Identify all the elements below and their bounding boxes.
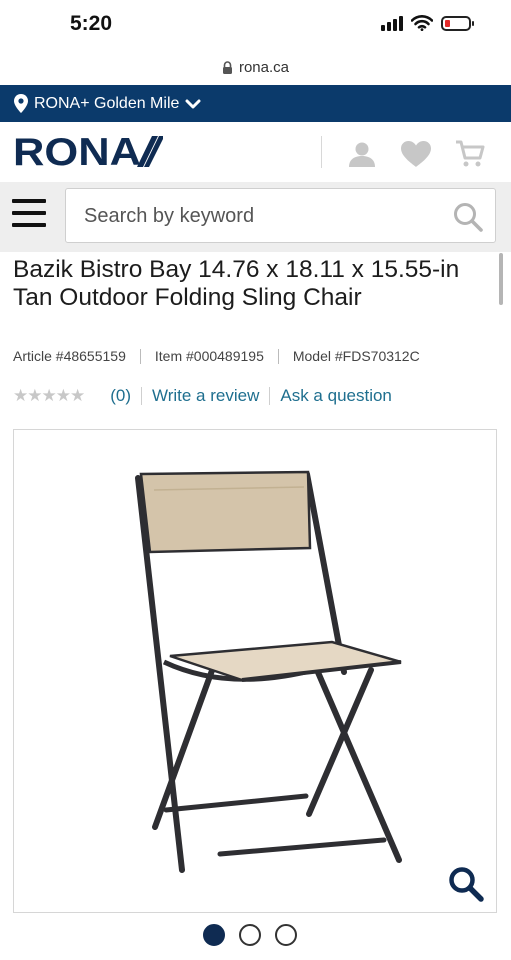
carousel-dot-1[interactable] [203, 924, 225, 946]
review-count-link[interactable]: (0) [110, 386, 131, 406]
status-bar: 5:20 [0, 0, 511, 50]
search-box [65, 188, 496, 244]
carousel-dot-3[interactable] [275, 924, 297, 946]
write-review-link[interactable]: Write a review [152, 386, 259, 406]
url-text: rona.ca [238, 58, 290, 76]
heart-icon[interactable] [400, 140, 432, 168]
product-title: Bazik Bistro Bay 14.76 x 18.11 x 15.55-i… [13, 256, 460, 311]
divider [140, 387, 142, 405]
star-rating: ★★★★★ [13, 386, 85, 405]
scrollbar-thumb[interactable] [499, 253, 503, 305]
search-icon[interactable] [453, 202, 483, 232]
signal-icon [381, 15, 403, 31]
carousel-dot-2[interactable] [239, 924, 261, 946]
system-icons [381, 15, 474, 31]
wifi-icon [411, 15, 433, 31]
rona-logo[interactable]: RONA [13, 134, 163, 168]
product-image-frame[interactable] [13, 429, 497, 913]
store-name: RONA+ Golden Mile [34, 94, 180, 112]
zoom-icon[interactable] [448, 866, 484, 902]
ask-question-link[interactable]: Ask a question [280, 386, 392, 406]
site-header: RONA [0, 122, 511, 182]
header-divider [321, 136, 322, 168]
product-image [135, 470, 402, 873]
lock-icon [222, 60, 232, 74]
article-number: Article #48655159 [13, 348, 126, 364]
search-input[interactable] [82, 189, 446, 244]
address-bar[interactable]: rona.ca [0, 50, 511, 84]
divider [269, 387, 271, 405]
divider [277, 348, 279, 364]
location-pin-icon [14, 94, 28, 113]
carousel-pagination [203, 924, 297, 946]
divider [139, 348, 141, 364]
store-selector[interactable]: RONA+ Golden Mile [0, 85, 511, 122]
battery-icon [441, 15, 474, 31]
cart-icon[interactable] [455, 140, 485, 168]
rating-row: ★★★★★ (0) Write a review Ask a question [13, 386, 392, 406]
model-number: Model #FDS70312C [292, 348, 420, 364]
product-identifiers: Article #48655159 Item #000489195 Model … [13, 348, 420, 364]
svg-text:RONA: RONA [13, 134, 141, 168]
status-time: 5:20 [70, 12, 113, 35]
item-number: Item #000489195 [154, 348, 264, 364]
account-icon[interactable] [348, 140, 376, 168]
menu-icon[interactable] [12, 199, 46, 229]
chevron-down-icon [185, 99, 201, 108]
